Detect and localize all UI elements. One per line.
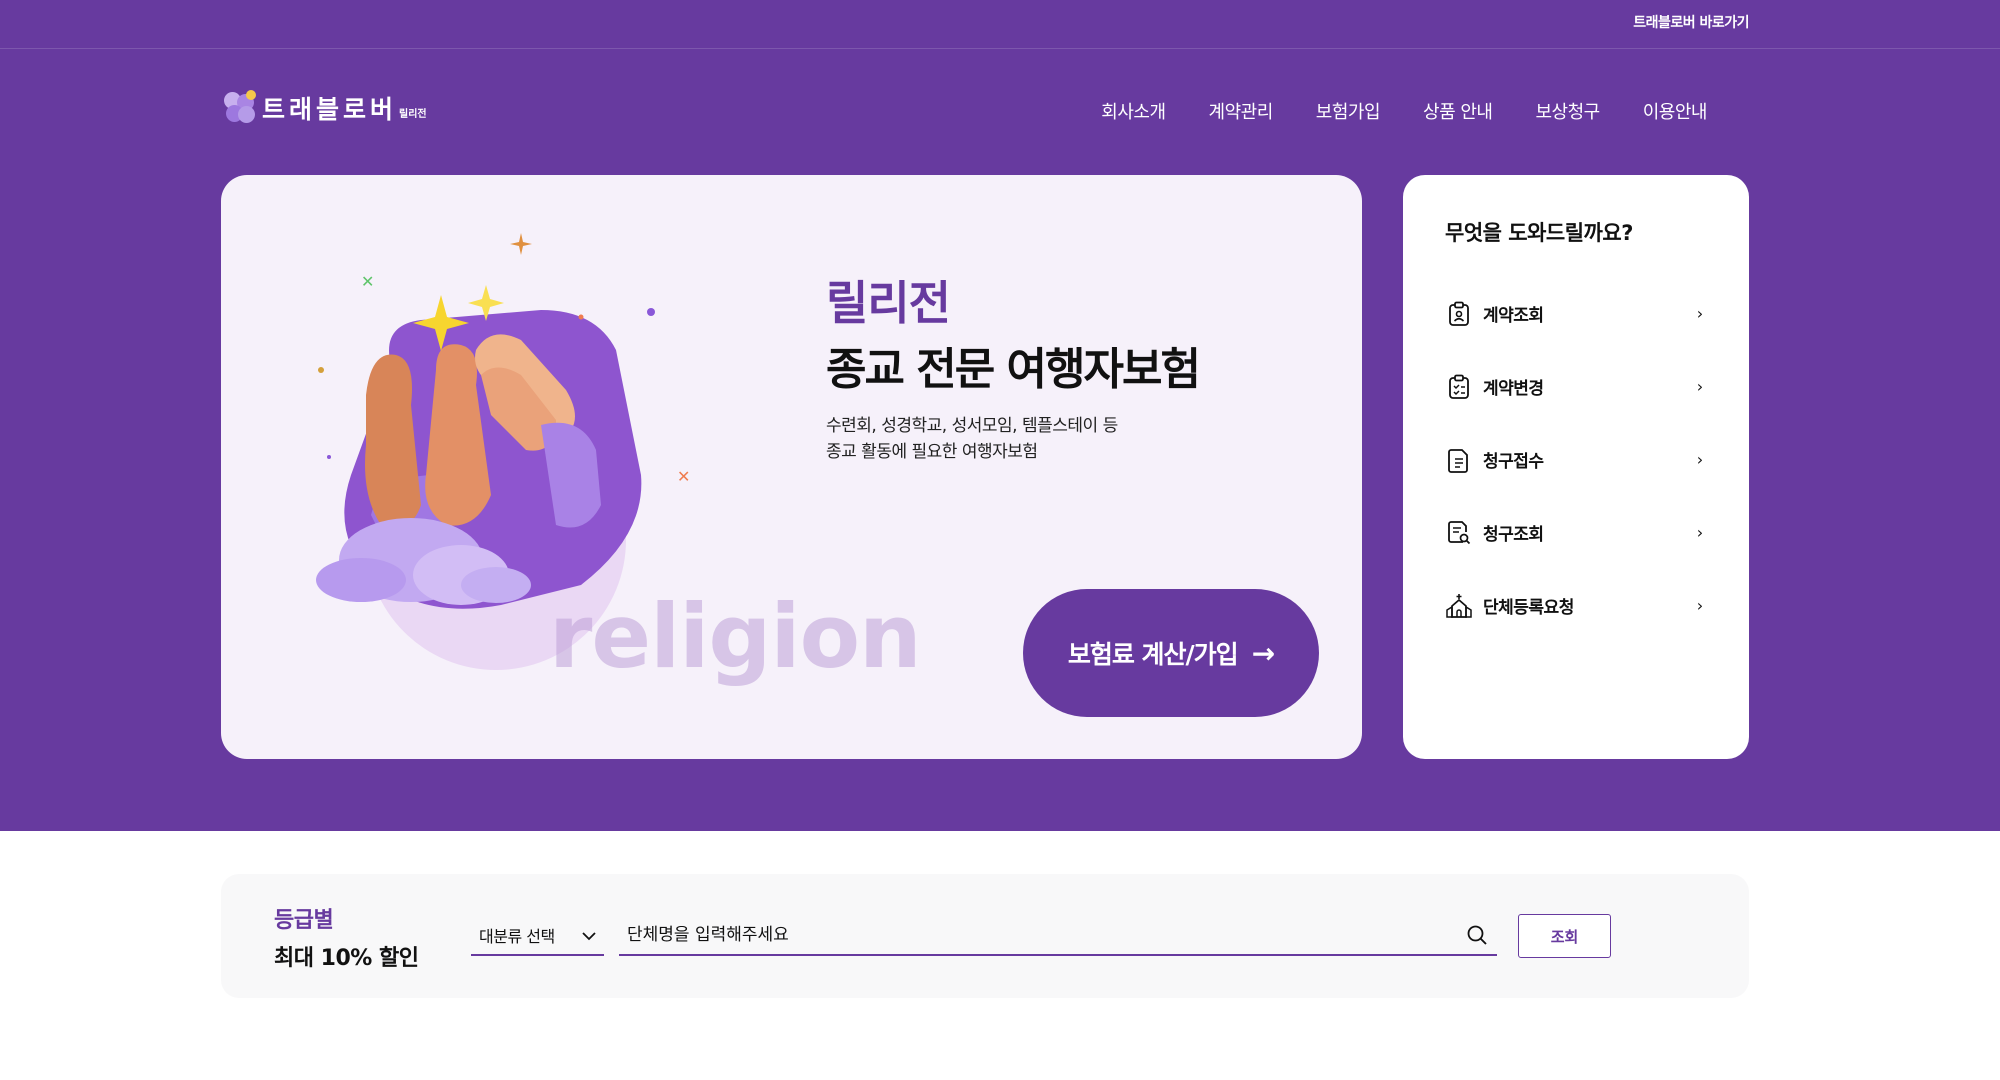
search-submit-button[interactable]: 조회	[1518, 914, 1611, 958]
banner-title: 종교 전문 여행자보험	[826, 344, 1201, 395]
church-icon	[1445, 592, 1473, 620]
help-item-label: 계약변경	[1483, 379, 1544, 399]
hero-banner: ✕ ✕ religion 릴리전 종교 전문 여행자보험 수련회, 성경학교, …	[221, 175, 1362, 759]
search-icon[interactable]	[1457, 915, 1497, 955]
help-title: 무엇을 도와드릴까요?	[1445, 221, 1633, 245]
help-item-label: 단체등록요청	[1483, 598, 1574, 618]
category-select-value: 대분류 선택	[479, 927, 555, 946]
grade-discount-label: 등급별 최대 10% 할인	[274, 902, 419, 972]
nav-item-guide[interactable]: 이용안내	[1643, 98, 1708, 124]
travelrover-shortcut-link[interactable]: 트래블로버 바로가기	[1633, 12, 1749, 32]
grade-line-1: 등급별	[274, 908, 334, 933]
contract-search-icon	[1445, 300, 1473, 328]
help-item-claim-search[interactable]: 청구조회 ›	[1445, 496, 1707, 569]
svg-text:✕: ✕	[677, 467, 690, 486]
banner-description: 수련회, 성경학교, 성서모임, 템플스테이 등 종교 활동에 필요한 여행자보…	[826, 413, 1226, 465]
claim-search-icon	[1445, 519, 1473, 547]
help-item-label: 계약조회	[1483, 306, 1544, 326]
contract-edit-icon	[1445, 373, 1473, 401]
help-item-claim-submit[interactable]: 청구접수 ›	[1445, 423, 1707, 496]
help-item-label: 청구접수	[1483, 452, 1544, 472]
religion-watermark: religion	[549, 585, 922, 688]
main-nav: 회사소개 계약관리 보험가입 상품 안내 보상청구 이용안내	[1101, 98, 1707, 124]
logo-brand-text: 트래블로버	[262, 95, 398, 124]
premium-calc-button[interactable]: 보험료 계산/가입 →	[1023, 589, 1319, 717]
chevron-right-icon: ›	[1696, 304, 1704, 323]
logo-sub-text: 릴리전	[399, 108, 427, 120]
svg-text:✕: ✕	[361, 272, 374, 291]
premium-calc-label: 보험료 계산/가입	[1067, 640, 1239, 669]
chevron-right-icon: ›	[1696, 596, 1704, 615]
chevron-right-icon: ›	[1696, 377, 1704, 396]
clover-logo-icon	[220, 88, 260, 128]
group-name-input[interactable]	[619, 916, 1457, 954]
nav-item-contract[interactable]: 계약관리	[1209, 98, 1274, 124]
banner-description-line-1: 수련회, 성경학교, 성서모임, 템플스테이 등	[826, 416, 1118, 436]
chevron-right-icon: ›	[1696, 523, 1704, 542]
product-name: 릴리전	[826, 276, 951, 330]
banner-description-line-2: 종교 활동에 필요한 여행자보험	[826, 442, 1038, 462]
nav-item-company[interactable]: 회사소개	[1101, 98, 1166, 124]
help-menu: 계약조회 › 계약변경 › 청구접수 › 청구조회 › 단체등록요청 ›	[1445, 277, 1707, 642]
group-name-field	[619, 916, 1497, 956]
help-item-contract-change[interactable]: 계약변경 ›	[1445, 350, 1707, 423]
help-item-label: 청구조회	[1483, 525, 1544, 545]
arrow-right-icon: →	[1251, 636, 1275, 670]
nav-item-products[interactable]: 상품 안내	[1423, 98, 1493, 124]
help-panel: 무엇을 도와드릴까요? 계약조회 › 계약변경 › 청구접수 › 청구조회 › …	[1403, 175, 1749, 759]
nav-item-subscribe[interactable]: 보험가입	[1316, 98, 1381, 124]
group-search-panel: 등급별 최대 10% 할인 대분류 선택 조회	[221, 874, 1749, 998]
nav-item-claims[interactable]: 보상청구	[1536, 98, 1601, 124]
help-item-contract-search[interactable]: 계약조회 ›	[1445, 277, 1707, 350]
chevron-right-icon: ›	[1696, 450, 1704, 469]
topbar-divider	[0, 48, 2000, 49]
chevron-down-icon	[582, 926, 596, 945]
grade-line-2: 최대 10% 할인	[274, 946, 419, 971]
help-item-group-register[interactable]: 단체등록요청 ›	[1445, 569, 1707, 642]
category-select[interactable]: 대분류 선택	[471, 916, 604, 956]
claim-document-icon	[1445, 446, 1473, 474]
logo[interactable]: 트래블로버 릴리전	[220, 88, 427, 128]
